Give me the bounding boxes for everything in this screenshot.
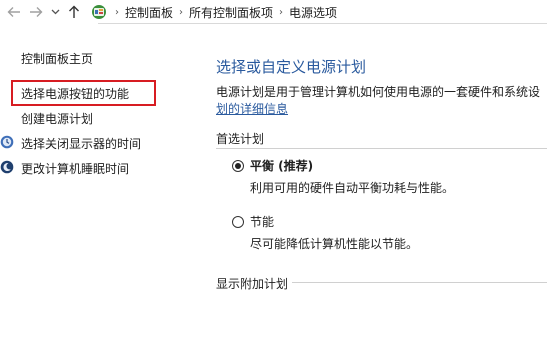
page-description: 电源计划是用于管理计算机如何使用电源的一套硬件和系统设 — [216, 85, 541, 99]
preferred-plans-heading: 首选计划 — [216, 132, 265, 146]
back-arrow-icon — [7, 7, 20, 17]
control-panel-icon — [89, 2, 109, 22]
breadcrumb-all-items[interactable]: 所有控制面板项 — [189, 4, 273, 21]
breadcrumb-control-panel[interactable]: 控制面板 — [125, 4, 173, 21]
up-button[interactable] — [63, 1, 85, 23]
section-divider — [292, 282, 547, 283]
chevron-down-icon — [51, 9, 59, 15]
control-panel-home-link[interactable]: 控制面板主页 — [21, 50, 93, 67]
breadcrumb-separator: › — [179, 6, 184, 18]
left-task-pane: 控制面板主页 选择电源按钮的功能 创建电源计划 选择关闭显示器的时间 更改计算机… — [0, 24, 200, 363]
display-icon — [0, 135, 14, 149]
moon-icon — [0, 160, 14, 174]
details-link[interactable]: 划的详细信息 — [216, 100, 288, 117]
balanced-plan-name[interactable]: 平衡 (推荐) — [250, 157, 313, 174]
balanced-plan-description: 利用可用的硬件自动平衡功耗与性能。 — [250, 181, 455, 195]
sidebar-item-sleep-time[interactable]: 更改计算机睡眠时间 — [21, 160, 129, 177]
breadcrumb-separator: › — [279, 6, 284, 18]
sidebar-item-create-power-plan[interactable]: 创建电源计划 — [21, 110, 93, 127]
power-saver-plan-description: 尽可能降低计算机性能以节能。 — [250, 237, 419, 251]
radio-selected-dot — [235, 163, 241, 169]
power-saver-plan-radio[interactable] — [232, 216, 244, 228]
forward-arrow-icon — [30, 7, 43, 17]
back-button[interactable] — [3, 1, 25, 23]
breadcrumb-separator: › — [115, 6, 119, 18]
navigation-bar: › 控制面板 › 所有控制面板项 › 电源选项 — [0, 0, 547, 24]
recent-locations-button[interactable] — [47, 1, 63, 23]
breadcrumb-power-options[interactable]: 电源选项 — [289, 4, 337, 21]
up-arrow-icon — [69, 5, 79, 18]
balanced-plan-radio[interactable] — [232, 160, 244, 172]
forward-button[interactable] — [25, 1, 47, 23]
sidebar-item-power-button-function[interactable]: 选择电源按钮的功能 — [21, 85, 129, 102]
power-saver-plan-name[interactable]: 节能 — [250, 213, 274, 230]
page-title: 选择或自定义电源计划 — [216, 58, 367, 76]
sidebar-item-display-off-time[interactable]: 选择关闭显示器的时间 — [21, 135, 141, 152]
section-divider — [216, 148, 547, 149]
show-additional-plans-toggle[interactable]: 显示附加计划 — [216, 275, 288, 292]
main-content: 选择或自定义电源计划 电源计划是用于管理计算机如何使用电源的一套硬件和系统设 划… — [216, 24, 547, 363]
